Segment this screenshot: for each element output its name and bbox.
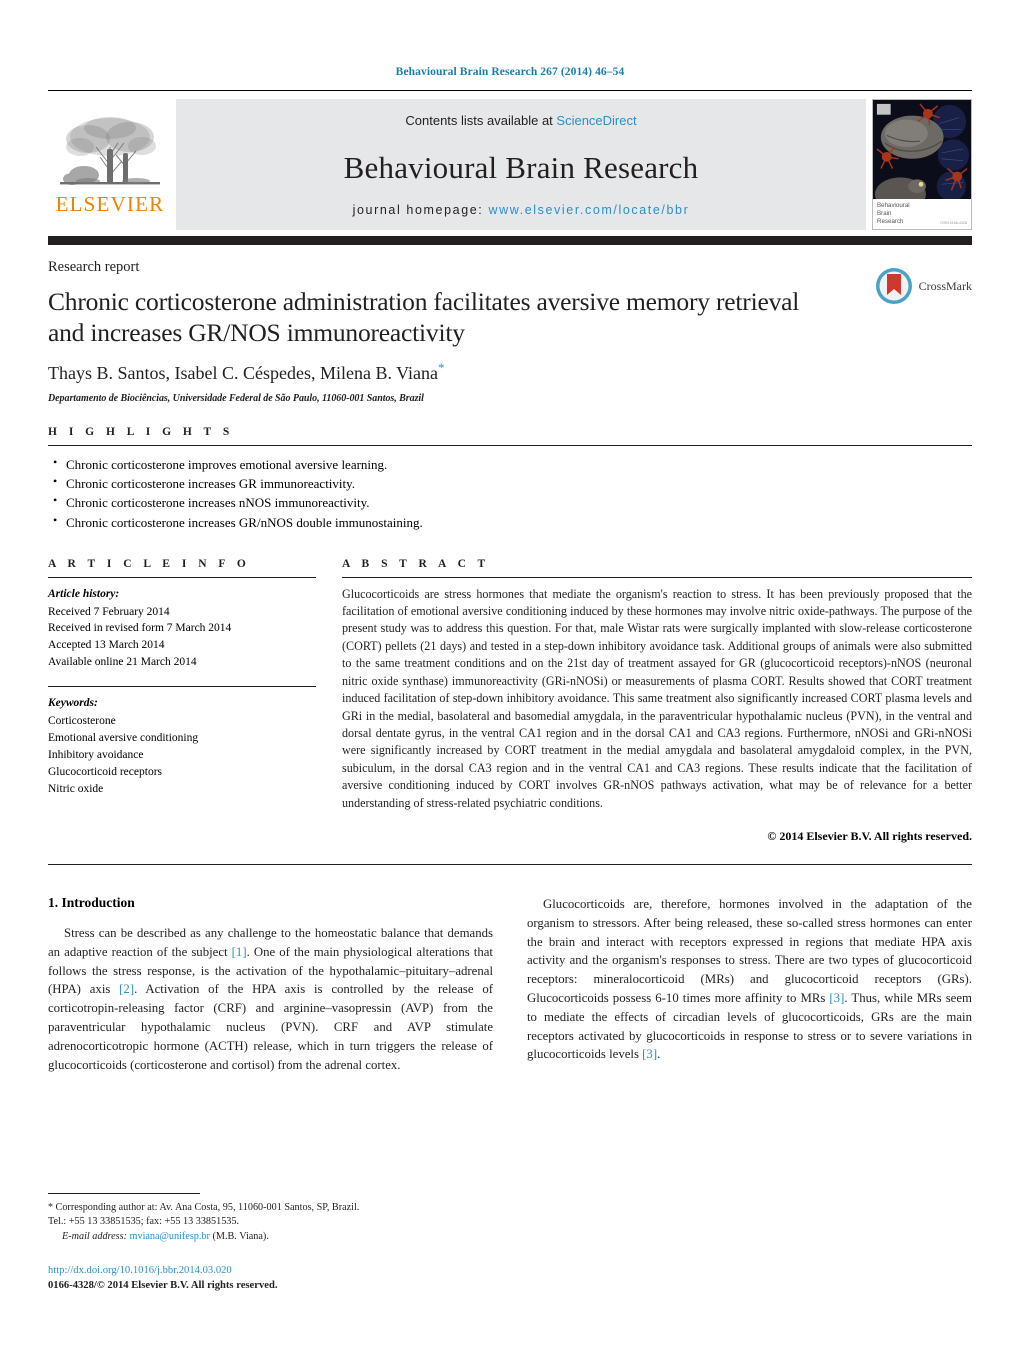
masthead-dark-bar xyxy=(48,236,972,245)
info-abstract-block: A R T I C L E I N F O Article history: R… xyxy=(48,558,972,844)
author-names: Thays B. Santos, Isabel C. Céspedes, Mil… xyxy=(48,363,439,384)
list-item: Chronic corticosterone increases nNOS im… xyxy=(53,492,972,512)
keywords-block: Keywords: Corticosterone Emotional avers… xyxy=(48,695,316,797)
page-title: Chronic corticosterone administration fa… xyxy=(48,287,800,348)
article-history-block: Article history: Received 7 February 201… xyxy=(48,586,316,671)
elsevier-tree-icon xyxy=(60,116,160,185)
doi-block: http://dx.doi.org/10.1016/j.bbr.2014.03.… xyxy=(48,1263,478,1293)
journal-title: Behavioural Brain Research xyxy=(343,150,699,185)
article-header: CrossMark Research report Chronic cortic… xyxy=(48,245,972,404)
list-item: Chronic corticosterone increases GR immu… xyxy=(53,473,972,493)
cover-caption: Behavioural Brain Research ISSN 0166-432… xyxy=(873,199,971,229)
contents-available-line: Contents lists available at ScienceDirec… xyxy=(405,113,636,128)
footnote-tel: Tel.: +55 13 33851535; fax: +55 13 33851… xyxy=(48,1216,240,1228)
footnote-corresponding-text: Corresponding author at: Av. Ana Costa, … xyxy=(55,1201,360,1213)
cover-issn: ISSN 0166-4328 xyxy=(940,221,967,226)
article-info-rule-top xyxy=(48,576,316,578)
body-column-left: 1. Introduction Stress can be described … xyxy=(48,895,493,1074)
article-history-heading: Article history: xyxy=(48,587,120,600)
intro-paragraph-2: Glucocorticoids are, therefore, hormones… xyxy=(527,895,972,1064)
history-item: Accepted 13 March 2014 xyxy=(48,639,165,652)
journal-cover-thumbnail: Behavioural Brain Research ISSN 0166-432… xyxy=(872,99,972,230)
highlights-rule xyxy=(48,445,972,447)
citation-ref[interactable]: [1] xyxy=(232,945,247,959)
footnote-email-suffix: (M.B. Viana). xyxy=(212,1231,269,1243)
history-item: Received 7 February 2014 xyxy=(48,605,170,618)
keyword-item: Corticosterone xyxy=(48,715,116,727)
homepage-url-link[interactable]: www.elsevier.com/locate/bbr xyxy=(488,203,689,217)
author-list: Thays B. Santos, Isabel C. Céspedes, Mil… xyxy=(48,360,972,384)
abstract-bottom-rule xyxy=(48,863,972,865)
footnote-rule xyxy=(48,1192,200,1194)
header-rule xyxy=(48,90,972,91)
keywords-rule xyxy=(48,686,316,688)
article-info-label: A R T I C L E I N F O xyxy=(48,557,251,570)
cover-caption-line-2: Brain xyxy=(877,209,892,217)
abstract-column: A B S T R A C T Glucocorticoids are stre… xyxy=(342,558,972,844)
contents-prefix: Contents lists available at xyxy=(405,113,557,128)
highlights-list: Chronic corticosterone improves emotiona… xyxy=(48,454,972,532)
intro-p2-part-a: Glucocorticoids are, therefore, hormones… xyxy=(527,896,972,1005)
corresponding-author-marker: * xyxy=(438,360,445,376)
section-heading-introduction: 1. Introduction xyxy=(48,894,135,910)
keyword-item: Inhibitory avoidance xyxy=(48,748,144,761)
journal-homepage-line: journal homepage: www.elsevier.com/locat… xyxy=(353,203,690,217)
footnote-email-label: E-mail address: xyxy=(62,1231,127,1243)
abstract-rule-top xyxy=(342,576,972,578)
intro-paragraph-1: Stress can be described as any challenge… xyxy=(48,924,493,1074)
footnote-area: * Corresponding author at: Av. Ana Costa… xyxy=(48,1192,478,1293)
abstract-label: A B S T R A C T xyxy=(342,557,490,570)
history-item: Received in revised form 7 March 2014 xyxy=(48,622,232,635)
keywords-heading: Keywords: xyxy=(48,697,98,710)
footnote-email-link[interactable]: mviana@unifesp.br xyxy=(130,1231,210,1242)
highlights-label: H I G H L I G H T S xyxy=(48,426,234,439)
homepage-label: journal homepage: xyxy=(352,203,484,217)
sciencedirect-link[interactable]: ScienceDirect xyxy=(556,113,636,128)
document-type: Research report xyxy=(48,259,140,275)
article-page: Behavioural Brain Research 267 (2014) 46… xyxy=(0,0,1020,1351)
citation-ref[interactable]: [3] xyxy=(642,1047,657,1061)
crossmark-label: CrossMark xyxy=(918,278,972,293)
article-info-column: A R T I C L E I N F O Article history: R… xyxy=(48,558,316,844)
citation-ref[interactable]: [2] xyxy=(119,982,134,996)
highlights-section: H I G H L I G H T S Chronic corticostero… xyxy=(48,426,972,531)
elsevier-wordmark: ELSEVIER xyxy=(55,191,165,216)
journal-header-box: Contents lists available at ScienceDirec… xyxy=(176,99,866,230)
issn-copyright-line: 0166-4328/© 2014 Elsevier B.V. All right… xyxy=(48,1279,278,1291)
affiliation: Departamento de Biociências, Universidad… xyxy=(48,393,424,405)
history-item: Available online 21 March 2014 xyxy=(48,656,197,669)
journal-masthead: ELSEVIER Contents lists available at Sci… xyxy=(48,99,972,230)
keyword-item: Emotional aversive conditioning xyxy=(48,731,199,744)
citation-ref[interactable]: [3] xyxy=(829,991,844,1005)
body-two-columns: 1. Introduction Stress can be described … xyxy=(48,895,972,1074)
elsevier-logo: ELSEVIER xyxy=(48,99,176,230)
crossmark-icon xyxy=(875,268,912,304)
crossmark-badge[interactable]: CrossMark xyxy=(875,267,972,305)
list-item: Chronic corticosterone improves emotiona… xyxy=(53,454,972,474)
intro-p2-part-c: . xyxy=(657,1047,661,1062)
footnote-star: * xyxy=(48,1201,53,1213)
doi-link[interactable]: http://dx.doi.org/10.1016/j.bbr.2014.03.… xyxy=(48,1263,478,1278)
running-head: Behavioural Brain Research 267 (2014) 46… xyxy=(395,66,625,78)
list-item: Chronic corticosterone increases GR/nNOS… xyxy=(53,512,972,532)
footnote-corresponding: * Corresponding author at: Av. Ana Costa… xyxy=(48,1201,478,1245)
abstract-text: Glucocorticoids are stress hormones that… xyxy=(342,586,972,810)
abstract-copyright: © 2014 Elsevier B.V. All rights reserved… xyxy=(767,828,972,843)
cover-caption-line-1: Behavioural xyxy=(877,202,910,209)
body-column-right: Glucocorticoids are, therefore, hormones… xyxy=(527,895,972,1074)
keyword-item: Glucocorticoid receptors xyxy=(48,765,162,778)
keyword-item: Nitric oxide xyxy=(48,782,104,795)
